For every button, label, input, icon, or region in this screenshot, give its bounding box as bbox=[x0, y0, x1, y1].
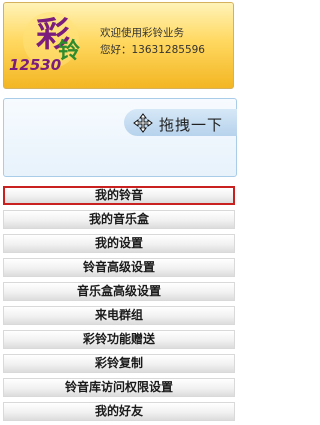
menu-item-my-ringtones[interactable]: 我的铃音 bbox=[3, 186, 235, 205]
drag-label: 拖拽一下 bbox=[159, 116, 224, 134]
menu-item-my-settings[interactable]: 我的设置 bbox=[3, 234, 235, 253]
greeting-block: 欢迎使用彩铃业务 您好：13631285596 bbox=[100, 25, 205, 59]
menu-item-ringtone-advanced[interactable]: 铃音高级设置 bbox=[3, 258, 235, 277]
cailing-logo: 彩 铃 12530 bbox=[9, 12, 80, 74]
user-greeting: 您好：13631285596 bbox=[100, 44, 205, 56]
menu-item-copy-ringtone[interactable]: 彩铃复制 bbox=[3, 354, 235, 373]
logo-glyph-secondary: 铃 bbox=[58, 38, 80, 64]
move-icon[interactable] bbox=[133, 113, 153, 133]
menu-item-my-music-box[interactable]: 我的音乐盒 bbox=[3, 210, 235, 229]
welcome-text: 欢迎使用彩铃业务 bbox=[100, 27, 184, 39]
menu-item-caller-groups[interactable]: 来电群组 bbox=[3, 306, 235, 325]
menu-item-library-permissions[interactable]: 铃音库访问权限设置 bbox=[3, 378, 235, 397]
menu-item-gift-feature[interactable]: 彩铃功能赠送 bbox=[3, 330, 235, 349]
menu-item-my-friends[interactable]: 我的好友 bbox=[3, 402, 235, 421]
logo-digits: 12530 bbox=[9, 56, 61, 74]
menu-item-musicbox-advanced[interactable]: 音乐盒高级设置 bbox=[3, 282, 235, 301]
